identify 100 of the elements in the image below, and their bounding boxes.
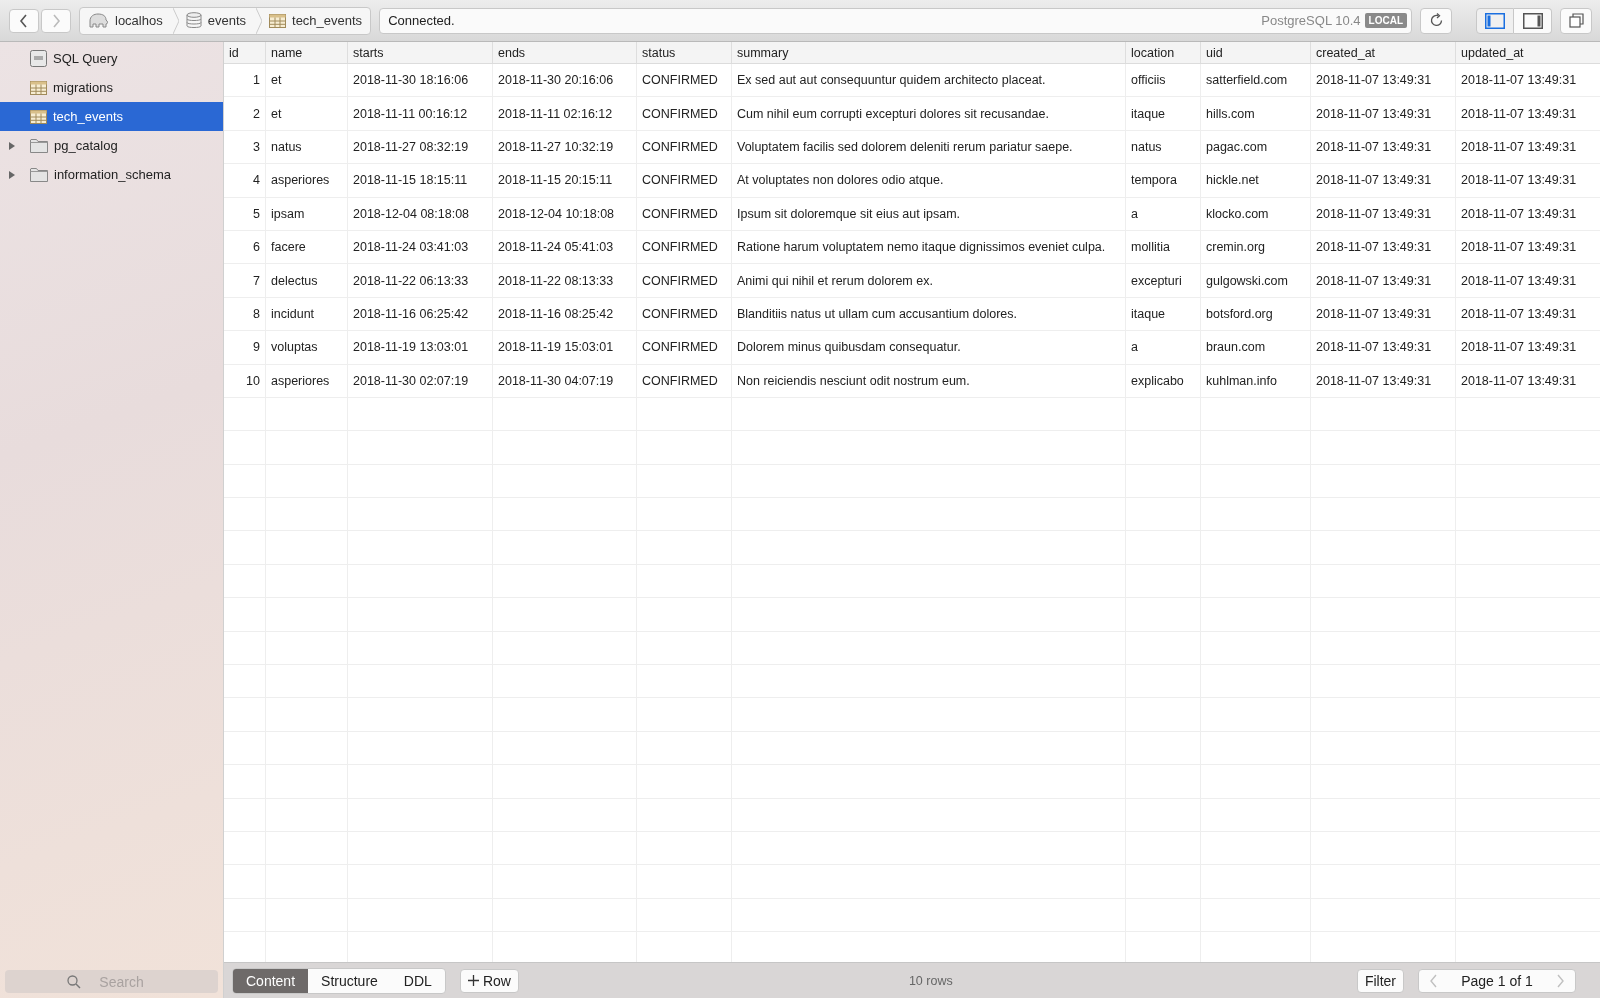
table-cell: 1 bbox=[224, 64, 266, 97]
column-header[interactable]: name bbox=[266, 42, 348, 63]
sidebar-item[interactable]: SQL Query bbox=[0, 44, 223, 73]
sidebar-item[interactable]: tech_events bbox=[0, 102, 223, 131]
table-cell: explicabo bbox=[1126, 364, 1201, 397]
table-icon bbox=[30, 109, 47, 124]
refresh-button[interactable] bbox=[1420, 7, 1452, 34]
table-cell: Blanditiis natus ut ullam cum accusantium dolores. bbox=[732, 297, 1126, 331]
table-cell: botsford.org bbox=[1201, 297, 1311, 331]
table-cell: kuhlman.info bbox=[1201, 364, 1311, 397]
sidebar-item[interactable]: pg_catalog bbox=[0, 131, 223, 160]
table-cell: 2018-11-27 10:32:19 bbox=[493, 130, 637, 164]
table-cell: 2018-11-07 13:49:31 bbox=[1456, 230, 1600, 264]
filter-button[interactable]: Filter bbox=[1356, 968, 1404, 993]
table-cell: gulgowski.com bbox=[1201, 264, 1311, 297]
table-cell: CONFIRMED bbox=[637, 230, 732, 264]
table-cell: asperiores bbox=[266, 364, 348, 397]
table-cell: CONFIRMED bbox=[637, 331, 732, 364]
table-cell: braun.com bbox=[1201, 331, 1311, 364]
folder-icon bbox=[30, 138, 48, 153]
sidebar-item[interactable]: information_schema bbox=[0, 160, 223, 189]
table-cell: CONFIRMED bbox=[637, 97, 732, 130]
table-icon bbox=[30, 80, 47, 95]
table-cell: 2018-11-07 13:49:31 bbox=[1311, 64, 1456, 97]
table-cell: CONFIRMED bbox=[637, 364, 732, 397]
new-window-button[interactable] bbox=[1560, 7, 1592, 34]
refresh-icon bbox=[1428, 13, 1444, 28]
right-panel-toggle[interactable] bbox=[1514, 7, 1552, 34]
table-cell: 2018-11-16 06:25:42 bbox=[348, 297, 493, 331]
table-cell: CONFIRMED bbox=[637, 197, 732, 230]
table-cell: CONFIRMED bbox=[637, 297, 732, 331]
column-header[interactable]: id bbox=[224, 42, 266, 63]
table-cell: hickle.net bbox=[1201, 164, 1311, 197]
table-cell: hills.com bbox=[1201, 97, 1311, 130]
breadcrumb-item[interactable]: localhos bbox=[80, 7, 179, 34]
table-cell: 2018-11-11 02:16:12 bbox=[493, 97, 637, 130]
table-cell: incidunt bbox=[266, 297, 348, 331]
table-cell: Voluptatem facilis sed dolorem deleniti rerum pariatur saepe. bbox=[732, 130, 1126, 164]
column-header[interactable]: uid bbox=[1201, 42, 1311, 63]
table-cell: CONFIRMED bbox=[637, 130, 732, 164]
table-cell: 2018-11-24 03:41:03 bbox=[348, 230, 493, 264]
elephant-icon bbox=[87, 12, 109, 29]
column-header[interactable]: updated_at bbox=[1456, 42, 1600, 63]
forward-icon bbox=[51, 13, 61, 28]
table-cell: 2018-11-16 08:25:42 bbox=[493, 297, 637, 331]
table-cell: 2 bbox=[224, 97, 266, 130]
environment-badge: LOCAL bbox=[1364, 13, 1407, 28]
table-cell: CONFIRMED bbox=[637, 164, 732, 197]
table-cell: 2018-12-04 08:18:08 bbox=[348, 197, 493, 230]
column-header[interactable]: ends bbox=[493, 42, 637, 63]
table-cell: itaque bbox=[1126, 97, 1201, 130]
table-cell: satterfield.com bbox=[1201, 64, 1311, 97]
database-icon bbox=[185, 12, 202, 29]
plus-icon bbox=[467, 975, 479, 986]
left-panel-toggle[interactable] bbox=[1476, 7, 1514, 34]
column-header[interactable]: created_at bbox=[1311, 42, 1456, 63]
table-cell: Cum nihil eum corrupti excepturi dolores sit recusandae. bbox=[732, 97, 1126, 130]
view-tab[interactable]: DDL bbox=[390, 968, 445, 993]
table-cell: 5 bbox=[224, 197, 266, 230]
table-cell: pagac.com bbox=[1201, 130, 1311, 164]
table-cell: asperiores bbox=[266, 164, 348, 197]
column-header[interactable]: location bbox=[1126, 42, 1201, 63]
disclosure-triangle-icon[interactable] bbox=[8, 169, 16, 180]
table-cell: 2018-11-07 13:49:31 bbox=[1456, 64, 1600, 97]
breadcrumb-item[interactable]: events bbox=[178, 7, 262, 34]
table-cell: officiis bbox=[1126, 64, 1201, 97]
table-cell: 2018-11-07 13:49:31 bbox=[1311, 130, 1456, 164]
server-version: PostgreSQL 10.4 bbox=[1261, 13, 1361, 28]
table-cell: 2018-11-07 13:49:31 bbox=[1456, 97, 1600, 130]
column-header[interactable]: starts bbox=[348, 42, 493, 63]
table-cell: CONFIRMED bbox=[637, 264, 732, 297]
table-cell: tempora bbox=[1126, 164, 1201, 197]
view-tab[interactable]: Structure bbox=[308, 968, 391, 993]
table-cell: Ex sed aut aut consequuntur quidem architecto placeat. bbox=[732, 64, 1126, 97]
table-cell: cremin.org bbox=[1201, 230, 1311, 264]
table-cell: itaque bbox=[1126, 297, 1201, 331]
table-cell: 2018-11-07 13:49:31 bbox=[1311, 364, 1456, 397]
table-cell: facere bbox=[266, 230, 348, 264]
table-cell: 8 bbox=[224, 297, 266, 331]
table-cell: 2018-11-30 02:07:19 bbox=[348, 364, 493, 397]
table-cell: 9 bbox=[224, 331, 266, 364]
add-row-button[interactable]: Row bbox=[459, 968, 519, 993]
row-count: 10 rows bbox=[908, 973, 954, 988]
table-cell: 2018-11-19 13:03:01 bbox=[348, 331, 493, 364]
left-sidebar-icon bbox=[1485, 12, 1505, 29]
table-cell: et bbox=[266, 64, 348, 97]
back-button[interactable] bbox=[9, 8, 39, 33]
breadcrumb-item[interactable]: tech_events bbox=[262, 7, 371, 34]
table-cell: Ratione harum voluptatem nemo itaque dignissimos eveniet culpa. bbox=[732, 230, 1126, 264]
table-cell: 2018-11-07 13:49:31 bbox=[1311, 264, 1456, 297]
table-cell: excepturi bbox=[1126, 264, 1201, 297]
table-cell: 2018-11-07 13:49:31 bbox=[1311, 164, 1456, 197]
view-tab[interactable]: Content bbox=[233, 968, 309, 993]
search-icon bbox=[67, 975, 81, 989]
sidebar-item[interactable]: migrations bbox=[0, 73, 223, 102]
column-header[interactable]: status bbox=[637, 42, 732, 63]
table-cell: ipsam bbox=[266, 197, 348, 230]
table-cell: 2018-11-19 15:03:01 bbox=[493, 331, 637, 364]
disclosure-triangle-icon[interactable] bbox=[8, 140, 16, 151]
column-header[interactable]: summary bbox=[732, 42, 1126, 63]
